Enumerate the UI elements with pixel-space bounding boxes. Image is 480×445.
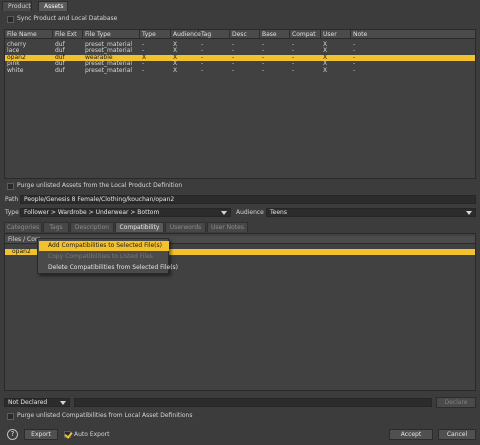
cancel-button[interactable]: Cancel bbox=[438, 429, 476, 440]
metadata-tab-bar: Categories Tags Description Compatibilit… bbox=[4, 222, 476, 232]
col-compat[interactable]: Compat bbox=[290, 30, 321, 39]
sync-label: Sync Product and Local Database bbox=[17, 15, 118, 22]
help-icon[interactable]: ? bbox=[7, 429, 18, 440]
col-file-name[interactable]: File Name bbox=[5, 30, 53, 39]
purge-compat-checkbox[interactable] bbox=[7, 413, 14, 420]
col-tag[interactable]: Tag bbox=[199, 30, 230, 39]
col-base[interactable]: Base bbox=[260, 30, 290, 39]
col-desc[interactable]: Desc bbox=[230, 30, 260, 39]
cell-compat: - bbox=[292, 66, 295, 74]
cell-ftype: preset_material bbox=[85, 66, 133, 74]
table-row[interactable]: opan2 duf wearable X X - - - - X - bbox=[5, 54, 475, 61]
tab-userwords[interactable]: Userwords bbox=[165, 222, 206, 232]
tab-user-notes[interactable]: User Notes bbox=[207, 222, 248, 232]
table-row[interactable]: white duf preset_material - X - - - - X - bbox=[5, 66, 475, 74]
cell-audience: X bbox=[173, 66, 178, 74]
menu-delete-compatibilities[interactable]: Delete Compatibilities from Selected Fil… bbox=[39, 263, 178, 273]
col-type[interactable]: Type bbox=[140, 30, 171, 39]
context-menu: Add Compatibilities to Selected File(s) … bbox=[37, 238, 178, 274]
col-audience[interactable]: Audience bbox=[171, 30, 201, 39]
auto-export-checkbox[interactable] bbox=[64, 431, 71, 438]
cell-user: X bbox=[323, 66, 328, 74]
table-row[interactable]: cherry duf preset_material - X - - - - X - bbox=[5, 42, 475, 48]
auto-export-label: Auto Export bbox=[74, 431, 110, 438]
purge-assets-checkbox[interactable] bbox=[7, 183, 14, 190]
tab-categories[interactable]: Categories bbox=[4, 222, 42, 232]
tab-product[interactable]: Product bbox=[2, 1, 32, 11]
accept-button[interactable]: Accept bbox=[389, 429, 433, 440]
top-tab-bar: Product Assets bbox=[0, 0, 480, 11]
type-label: Type bbox=[5, 209, 19, 216]
path-field[interactable]: People/Genesis 8 Female/Clothing/kouchan… bbox=[20, 195, 476, 204]
cell-type: - bbox=[142, 66, 145, 74]
cell-tag: - bbox=[201, 66, 204, 74]
audience-label: Audience : bbox=[236, 209, 268, 216]
tab-compatibility[interactable]: Compatibility bbox=[115, 222, 164, 232]
col-note[interactable]: Note bbox=[351, 30, 477, 39]
path-label: Path bbox=[5, 196, 19, 203]
cell-desc: - bbox=[232, 66, 235, 74]
chevron-down-icon bbox=[466, 211, 472, 215]
table-header: File Name File Ext File Type Type Audien… bbox=[5, 30, 475, 39]
col-user[interactable]: User bbox=[321, 30, 351, 39]
type-dropdown[interactable]: Follower > Wardrobe > Underwear > Bottom bbox=[20, 208, 231, 217]
tab-description[interactable]: Description bbox=[70, 222, 114, 232]
menu-copy-compatibilities: Copy Compatibilities to Listed Files bbox=[48, 253, 153, 260]
declare-button[interactable]: Declare bbox=[436, 397, 476, 408]
cell-name: white bbox=[7, 66, 24, 74]
chevron-down-icon bbox=[221, 211, 227, 215]
table-row[interactable]: pink duf preset_material - X - - - - X - bbox=[5, 61, 475, 67]
sync-checkbox[interactable] bbox=[7, 16, 14, 23]
declare-input[interactable] bbox=[74, 398, 432, 407]
export-button[interactable]: Export bbox=[24, 429, 58, 440]
cell-base: - bbox=[262, 66, 265, 74]
tab-tags[interactable]: Tags bbox=[43, 222, 69, 232]
declared-dropdown[interactable]: Not Declared bbox=[4, 398, 70, 407]
file-table: File Name File Ext File Type Type Audien… bbox=[4, 29, 476, 179]
audience-value: Teens bbox=[270, 209, 287, 216]
declared-value: Not Declared bbox=[8, 399, 48, 406]
col-file-type[interactable]: File Type bbox=[83, 30, 140, 39]
menu-add-compatibilities[interactable]: Add Compatibilities to Selected File(s) bbox=[39, 241, 169, 251]
purge-assets-label: Purge unlisted Assets from the Local Pro… bbox=[17, 182, 183, 189]
chevron-down-icon bbox=[60, 401, 66, 405]
cell-note: - bbox=[353, 66, 356, 74]
col-file-ext[interactable]: File Ext bbox=[53, 30, 83, 39]
audience-dropdown[interactable]: Teens bbox=[266, 208, 476, 217]
purge-compat-label: Purge unlisted Compatibilities from Loca… bbox=[17, 412, 193, 419]
type-value: Follower > Wardrobe > Underwear > Bottom bbox=[24, 209, 160, 216]
table-row[interactable]: lace duf preset_material - X - - - - X - bbox=[5, 48, 475, 54]
cell-ext: duf bbox=[55, 66, 65, 74]
tab-assets[interactable]: Assets bbox=[38, 1, 68, 11]
